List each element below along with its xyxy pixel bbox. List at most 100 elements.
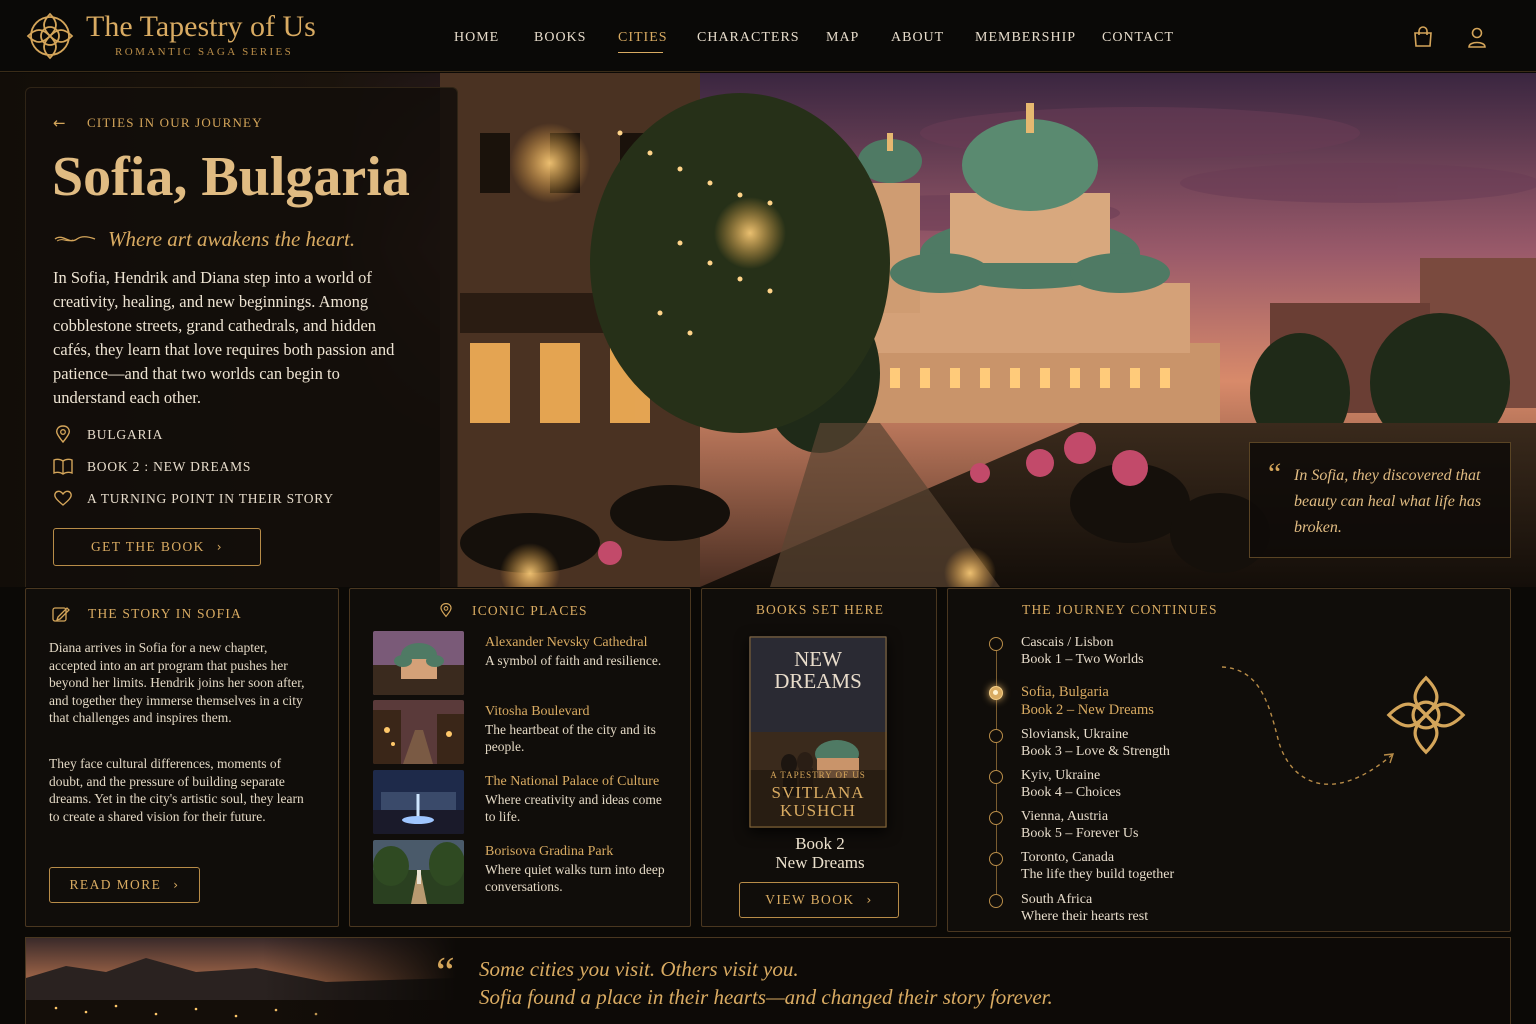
celtic-knot-ornament (1386, 675, 1466, 755)
back-to-cities-link[interactable]: ← CITIES IN OUR JOURNEY (53, 113, 262, 132)
book-number: Book 2 (795, 834, 845, 853)
park-thumbnail (373, 840, 464, 904)
nav-about[interactable]: ABOUT (891, 30, 944, 46)
chevron-right-icon[interactable]: › (217, 529, 223, 565)
place-description: The heartbeat of the city and its people… (485, 722, 656, 754)
nav-map[interactable]: MAP (826, 30, 859, 46)
story-panel: THE STORY IN SOFIA Diana arrives in Sofi… (25, 588, 339, 927)
timeline-dot[interactable] (989, 729, 1003, 743)
meta-country-text: BULGARIA (87, 427, 164, 442)
timeline-book: Book 5 – Forever Us (1021, 826, 1139, 841)
book-cover-art: NEW DREAMS A TAPESTRY OF US SVITLANA KUS… (749, 636, 887, 828)
place-name[interactable]: Vitosha Boulevard (485, 704, 590, 720)
story-paragraph-1: Diana arrives in Sofia for a new chapter… (49, 640, 305, 725)
timeline-dot[interactable] (989, 894, 1003, 908)
nav-links: HOME BOOKS CITIES CHARACTERS MAP ABOUT M… (0, 30, 1536, 50)
timeline-book: Book 2 – New Dreams (1021, 702, 1154, 718)
arrow-left-icon[interactable]: ← (53, 114, 66, 132)
cover-author-2: KUSHCH (780, 801, 856, 820)
view-book-button[interactable]: VIEW BOOK › (739, 882, 899, 918)
shopping-bag-icon[interactable] (1412, 26, 1434, 48)
story-paragraph-2: They face cultural differences, moments … (49, 756, 304, 824)
place-description: Where creativity and ideas come to life. (485, 792, 662, 824)
timeline-dot[interactable] (989, 637, 1003, 651)
dashed-journey-path (1221, 666, 1395, 785)
cover-title-2: DREAMS (774, 669, 862, 693)
timeline-book: The life they build together (1021, 867, 1175, 882)
timeline-city[interactable]: Vienna, Austria (1021, 809, 1108, 825)
timeline-city[interactable]: Sloviansk, Ukraine (1021, 727, 1128, 743)
book-icon (53, 458, 73, 475)
banner-line-1: Some cities you visit. Others visit you. (479, 957, 799, 981)
hero-quote-text: In Sofia, they discovered that beauty ca… (1294, 467, 1482, 536)
flourish-ornament (54, 236, 96, 242)
nav-books[interactable]: BOOKS (534, 30, 586, 46)
active-nav-indicator (618, 52, 663, 53)
timeline-city[interactable]: South Africa (1021, 892, 1092, 908)
timeline-book: Book 4 – Choices (1021, 785, 1121, 800)
timeline-book: Where their hearts rest (1021, 909, 1149, 924)
boulevard-thumbnail (373, 700, 464, 764)
heart-icon (54, 490, 72, 506)
nav-home[interactable]: HOME (454, 30, 499, 46)
timeline-book: Book 1 – Two Worlds (1021, 652, 1144, 667)
timeline-city[interactable]: Cascais / Lisbon (1021, 635, 1114, 651)
place-item[interactable]: Alexander Nevsky Cathedral A symbol of f… (373, 631, 683, 699)
cover-author-1: SVITLANA (772, 783, 865, 802)
timeline-dot[interactable] (989, 770, 1003, 784)
city-tagline: Where art awakens the heart. (108, 227, 356, 251)
chevron-right-icon[interactable]: › (173, 868, 179, 902)
meta-note-text: A TURNING POINT IN THEIR STORY (87, 491, 334, 506)
read-more-label[interactable]: READ MORE (70, 877, 162, 892)
nav-characters[interactable]: CHARACTERS (697, 30, 800, 46)
books-set-here-panel: BOOKS SET HERE NEW DREAMS A TAPESTRY OF … (701, 588, 937, 927)
place-name[interactable]: Borisova Gradina Park (485, 844, 613, 860)
city-description: In Sofia, Hendrik and Diana step into a … (53, 268, 395, 407)
top-navigation: The Tapestry of Us ROMANTIC SAGA SERIES … (0, 0, 1536, 72)
chevron-right-icon[interactable]: › (867, 883, 873, 917)
place-description: Where quiet walks turn into deep convers… (485, 862, 665, 894)
pen-icon (52, 607, 70, 622)
iconic-places-panel: ICONIC PLACES Alexander Nevsky Cathedral… (349, 588, 691, 927)
story-heading: THE STORY IN SOFIA (88, 606, 242, 621)
books-heading: BOOKS SET HERE (755, 602, 885, 617)
meta-book-text: BOOK 2 : NEW DREAMS (87, 459, 252, 474)
book-cover-new-dreams[interactable]: NEW DREAMS A TAPESTRY OF US SVITLANA KUS… (749, 636, 887, 828)
mountain-night-landscape (26, 938, 456, 1024)
hero-quote-card: “ In Sofia, they discovered that beauty … (1249, 442, 1511, 558)
place-item[interactable]: Vitosha Boulevard The heartbeat of the c… (373, 700, 683, 768)
get-the-book-label[interactable]: GET THE BOOK (91, 539, 205, 554)
read-more-button[interactable]: READ MORE › (49, 867, 200, 903)
map-pin-icon (440, 602, 452, 618)
timeline-dot[interactable] (989, 811, 1003, 825)
timeline-city[interactable]: Toronto, Canada (1021, 850, 1114, 866)
nav-cities[interactable]: CITIES (618, 30, 668, 46)
view-book-label[interactable]: VIEW BOOK (765, 892, 854, 907)
place-description: A symbol of faith and resilience. (485, 653, 662, 668)
city-title: Sofia, Bulgaria (52, 146, 410, 208)
cathedral-thumbnail (373, 631, 464, 695)
timeline-dot-active[interactable] (989, 686, 1003, 700)
journey-panel: THE JOURNEY CONTINUES Cascais / Lisbon B… (947, 588, 1511, 932)
timeline-city[interactable]: Sofia, Bulgaria (1021, 684, 1109, 701)
place-item[interactable]: Borisova Gradina Park Where quiet walks … (373, 840, 683, 908)
user-icon[interactable] (1466, 26, 1488, 48)
banner-line-2: Sofia found a place in their hearts—and … (479, 985, 1053, 1009)
timeline-city[interactable]: Kyiv, Ukraine (1021, 768, 1100, 784)
timeline-book: Book 3 – Love & Strength (1021, 744, 1170, 759)
get-the-book-button[interactable]: GET THE BOOK › (53, 528, 261, 566)
timeline-dot[interactable] (989, 852, 1003, 866)
closing-quote-banner: “ Some cities you visit. Others visit yo… (25, 937, 1511, 1024)
palace-thumbnail (373, 770, 464, 834)
quote-icon: “ (436, 950, 455, 996)
nav-membership[interactable]: MEMBERSHIP (975, 30, 1076, 46)
places-heading: ICONIC PLACES (472, 603, 588, 618)
map-pin-icon (56, 425, 70, 443)
journey-heading: THE JOURNEY CONTINUES (1022, 602, 1218, 617)
cover-title-1: NEW (794, 647, 842, 671)
place-item[interactable]: The National Palace of Culture Where cre… (373, 770, 683, 838)
place-name[interactable]: Alexander Nevsky Cathedral (485, 635, 648, 651)
back-label[interactable]: CITIES IN OUR JOURNEY (87, 115, 263, 131)
nav-contact[interactable]: CONTACT (1102, 30, 1174, 46)
place-name[interactable]: The National Palace of Culture (485, 774, 659, 790)
